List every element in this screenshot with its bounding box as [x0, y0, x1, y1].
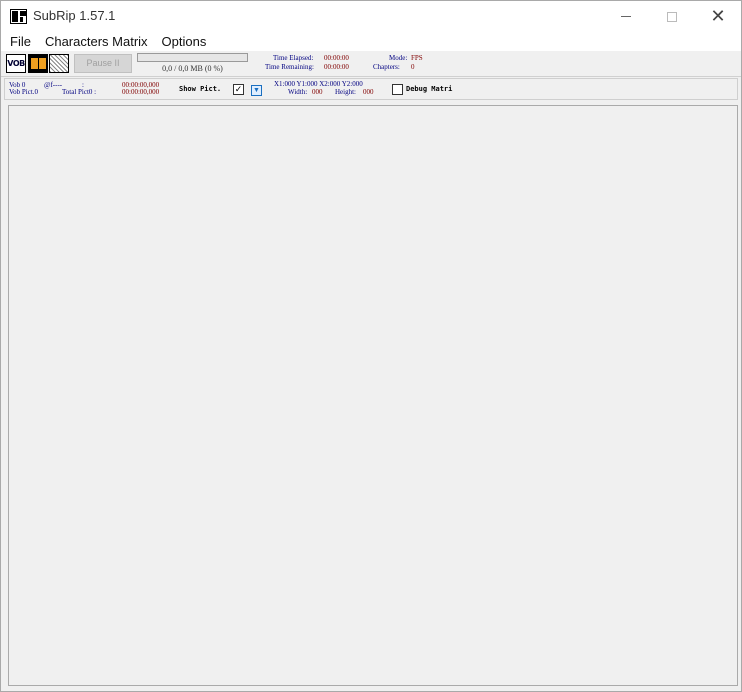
- window-title: SubRip 1.57.1: [33, 8, 116, 23]
- width-label: Width:: [288, 88, 308, 96]
- progress-bar: [137, 53, 248, 62]
- debug-matrix-checkbox[interactable]: [392, 84, 403, 95]
- dropdown-arrow-button[interactable]: ▼: [251, 85, 262, 96]
- mb-progress-text: 0,0 / 0,0 MB (0 %): [162, 64, 223, 73]
- toolbar: VOB Pause II 0,0 / 0,0 MB (0 %) Time Ela…: [1, 51, 741, 77]
- info-bar: Vob 0 @f---- : 00:00:00,000 Vob Pict.0 T…: [4, 78, 738, 100]
- close-icon: ✕: [710, 6, 726, 27]
- show-pict-checkbox[interactable]: ✓: [233, 84, 244, 95]
- vob-pict-label: Vob Pict.0: [9, 88, 39, 96]
- app-window: SubRip 1.57.1 ✕ File Characters Matrix O…: [0, 0, 742, 692]
- vob-at-label: @f----: [44, 81, 63, 89]
- time-remaining-value: 00:00:00: [324, 63, 349, 71]
- film-icon[interactable]: [28, 54, 48, 73]
- grid-icon[interactable]: [49, 54, 69, 73]
- vob-icon[interactable]: VOB: [6, 54, 26, 73]
- total-pict-label: Total Pict0 :: [62, 88, 97, 96]
- debug-matrix-label: Debug Matri: [406, 85, 453, 93]
- coords-readout: X1:000 Y1:000 X2:000 Y2:000: [274, 80, 363, 88]
- menu-characters-matrix[interactable]: Characters Matrix: [29, 32, 148, 51]
- app-icon: [10, 9, 27, 24]
- time-elapsed-label: Time Elapsed:: [273, 54, 314, 62]
- mode-label: Mode:: [389, 54, 408, 62]
- mode-value: FPS: [411, 54, 423, 62]
- title-bar: SubRip 1.57.1 ✕: [1, 1, 741, 32]
- chapters-value: 0: [411, 63, 415, 71]
- width-value: 000: [312, 88, 323, 96]
- maximize-button[interactable]: [649, 1, 695, 32]
- show-pict-label: Show Pict.: [179, 85, 222, 93]
- pause-button[interactable]: Pause II: [74, 54, 132, 73]
- menu-file[interactable]: File: [1, 32, 31, 51]
- subtitle-preview-panel: [8, 105, 738, 686]
- menu-options[interactable]: Options: [146, 32, 207, 51]
- close-button[interactable]: ✕: [695, 1, 741, 32]
- chevron-down-icon: ▼: [253, 87, 260, 94]
- maximize-icon: [667, 11, 677, 22]
- height-value: 000: [363, 88, 374, 96]
- minimize-button[interactable]: [603, 1, 649, 32]
- height-label: Height:: [335, 88, 356, 96]
- time-remaining-label: Time Remaining:: [265, 63, 314, 71]
- pict-time-value: 00:00:00,000: [122, 88, 160, 96]
- chapters-label: Chapters:: [373, 63, 400, 71]
- time-elapsed-value: 00:00:00: [324, 54, 349, 62]
- menu-bar: File Characters Matrix Options: [1, 32, 741, 51]
- minimize-icon: [621, 16, 631, 17]
